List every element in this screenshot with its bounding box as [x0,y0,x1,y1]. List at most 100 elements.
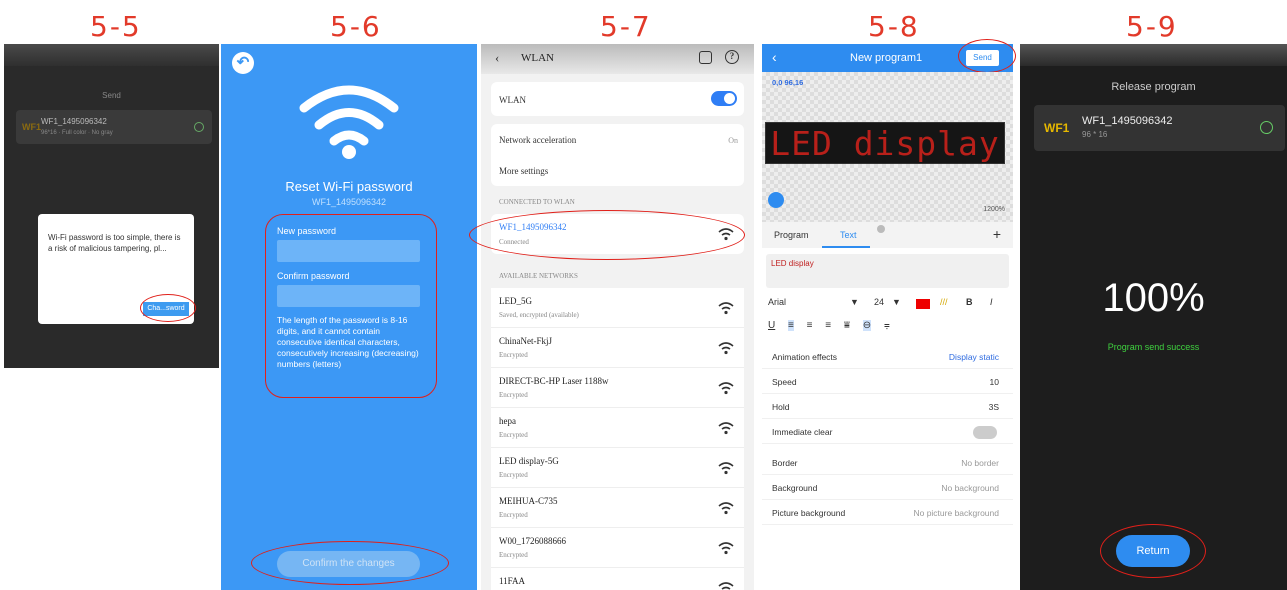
align-left-icon[interactable]: ≡ [788,320,794,331]
device-name: WF1_1495096342 [41,117,107,126]
network-status: Encrypted [499,511,528,519]
wlan-toggle[interactable] [711,91,737,106]
device-card[interactable]: WF1 WF1_1495096342 96*16 · Full color · … [16,110,212,144]
network-status: Encrypted [499,431,528,439]
setting-label: Picture background [772,508,846,518]
scan-icon[interactable] [699,51,712,64]
setting-value: No border [961,458,999,468]
align-top-icon[interactable]: ⩸ [844,320,850,331]
align-middle-icon[interactable]: ⊖ [862,320,872,331]
tab-program[interactable]: Program [774,230,809,240]
more-settings[interactable]: More settings [499,166,548,176]
back-icon[interactable]: ‹ [495,50,499,66]
grid-icon[interactable] [768,192,784,208]
setting-value: 10 [989,377,999,387]
coordinate-readout: 0,0 96,16 [772,78,804,87]
wlan-screen: ‹ WLAN ? WLAN Network acceleration On Mo… [469,44,754,590]
network-item[interactable]: W00_1726088666 Encrypted [491,528,744,568]
device-spec: 96 * 16 [1082,130,1108,139]
align-center-icon[interactable]: ≡ [807,320,813,331]
network-name: 11FAA [499,576,526,586]
network-name: MEIHUA-C735 [499,496,558,506]
tab-bar: Program Text + [762,222,1013,248]
setting-row[interactable]: Animation effects Display static [762,344,1013,369]
check-icon [194,122,204,132]
wifi-icon [718,582,734,590]
page-title: WLAN [521,52,554,64]
status-bar [1020,44,1287,66]
network-name: DIRECT-BC-HP Laser 1188w [499,376,609,386]
device-badge: WF1 [1044,121,1070,135]
wifi-icon [718,542,734,555]
setting-row[interactable]: Background No background [762,475,1013,500]
effect-icon[interactable]: /// [940,297,948,307]
setting-value: No background [941,483,999,493]
network-item[interactable]: DIRECT-BC-HP Laser 1188w Encrypted [491,368,744,408]
network-item[interactable]: ChinaNet-FkjJ Encrypted [491,328,744,368]
wlan-label: WLAN [499,95,526,105]
available-section: AVAILABLE NETWORKS [499,272,578,280]
setting-label: Hold [772,402,790,412]
network-status: Encrypted [499,351,528,359]
text-value: LED display [771,259,814,268]
network-acceleration[interactable]: Network acceleration [499,135,576,145]
check-icon [1260,121,1273,134]
tab-underline [822,246,870,248]
network-name: hepa [499,416,516,426]
annotation-circle [265,214,437,398]
network-item[interactable]: hepa Encrypted [491,408,744,448]
wifi-icon [718,382,734,395]
back-icon[interactable]: ‹ [772,49,777,65]
size-select[interactable]: 24 [874,297,884,307]
wifi-icon [718,502,734,515]
network-item[interactable]: LED_5G Saved, encrypted (available) [491,288,744,328]
setting-row[interactable]: Speed 10 [762,369,1013,394]
network-item[interactable]: LED display-5G Encrypted [491,448,744,488]
chevron-down-icon[interactable]: ▼ [850,297,859,307]
step-label: 5-8 [868,10,920,43]
dialog-message: Wi-Fi password is too simple, there is a… [48,233,181,253]
underline-icon[interactable]: U [768,320,775,331]
network-item[interactable]: 11FAA [491,568,744,590]
setting-row[interactable]: Border No border [762,450,1013,475]
step-label: 5-5 [90,10,142,43]
annotation-circle [469,210,745,260]
chevron-down-icon[interactable]: ▼ [892,297,901,307]
settings-card [491,124,744,186]
preview-canvas[interactable]: 0,0 96,16 LED display 1200% [762,72,1013,222]
setting-row[interactable]: Picture background No picture background [762,500,1013,525]
setting-label: Background [772,483,818,493]
network-name: W00_1726088666 [499,536,566,546]
bold-icon[interactable]: B [966,297,973,307]
step-label: 5-7 [600,10,652,43]
page-title: Send [102,91,121,100]
annotation-circle [958,39,1016,73]
header: ‹ WLAN ? [481,44,754,74]
setting-row[interactable]: Immediate clear [762,419,1013,444]
text-input[interactable]: LED display [766,254,1009,288]
add-icon[interactable]: + [993,226,1001,242]
toggle-switch[interactable] [973,426,997,439]
tab-text[interactable]: Text [840,230,857,240]
color-swatch[interactable] [916,299,930,309]
italic-icon[interactable]: I [990,297,993,307]
align-bottom-icon[interactable]: ⩦ [884,320,890,331]
close-icon[interactable] [877,225,885,233]
page-title: Release program [1111,81,1196,93]
reset-wifi-screen: ↶ Reset Wi-Fi password WF1_1495096342 Ne… [221,44,477,590]
network-item[interactable]: MEIHUA-C735 Encrypted [491,488,744,528]
setting-row[interactable]: Hold 3S [762,394,1013,419]
font-select[interactable]: Arial [768,297,786,307]
wifi-icon [718,302,734,315]
align-right-icon[interactable]: ≡ [825,320,831,331]
page-title: New program1 [850,52,923,64]
status-bar [4,44,219,66]
network-status: Encrypted [499,471,528,479]
wlan-card [491,82,744,116]
program-editor: ‹ New program1 Send 0,0 96,16 LED displa… [762,39,1016,590]
device-card[interactable]: WF1 WF1_1495096342 96 * 16 [1034,105,1285,151]
annotation-circle [251,541,449,585]
help-icon[interactable]: ? [725,50,739,64]
back-icon[interactable]: ↶ [232,52,254,74]
device-name: WF1_1495096342 [311,197,387,207]
